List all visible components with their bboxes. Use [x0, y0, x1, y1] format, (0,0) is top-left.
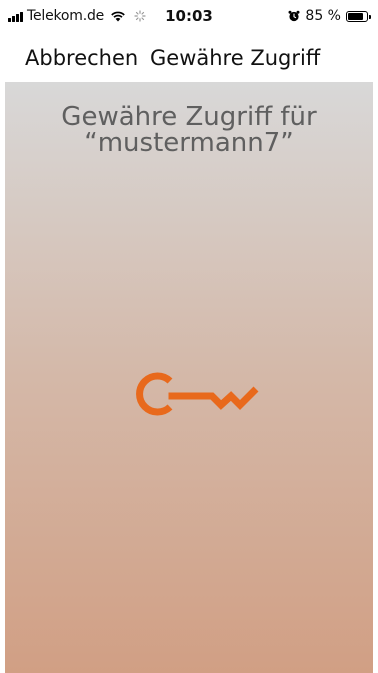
activity-spinner-icon: [134, 10, 146, 22]
signal-icon: [8, 11, 23, 22]
status-left: Telekom.de: [8, 8, 146, 24]
access-heading: Gewähre Zugriff für “mustermann7”: [5, 104, 373, 156]
status-time: 10:03: [165, 7, 213, 25]
carrier-name: Telekom.de: [27, 8, 105, 24]
battery-icon: [346, 10, 371, 22]
battery-fill: [348, 12, 364, 20]
navigation-bar: Abbrechen Gewähre Zugriff: [0, 32, 378, 82]
nav-title: Gewähre Zugriff: [150, 46, 321, 70]
access-heading-line2: “mustermann7”: [84, 128, 294, 158]
battery-percent: 85 %: [305, 8, 341, 24]
access-heading-line1: Gewähre Zugriff für: [61, 102, 317, 132]
key-icon: [136, 372, 259, 416]
wifi-icon: [111, 11, 125, 22]
cancel-button[interactable]: Abbrechen: [25, 46, 138, 70]
alarm-icon: [288, 10, 300, 22]
screen: Telekom.de 10:03 85 % Abbrechen Gewähre …: [0, 0, 378, 673]
access-panel: Gewähre Zugriff für “mustermann7”: [5, 82, 373, 673]
status-bar: Telekom.de 10:03 85 %: [0, 0, 378, 32]
status-right: 85 %: [288, 8, 371, 24]
